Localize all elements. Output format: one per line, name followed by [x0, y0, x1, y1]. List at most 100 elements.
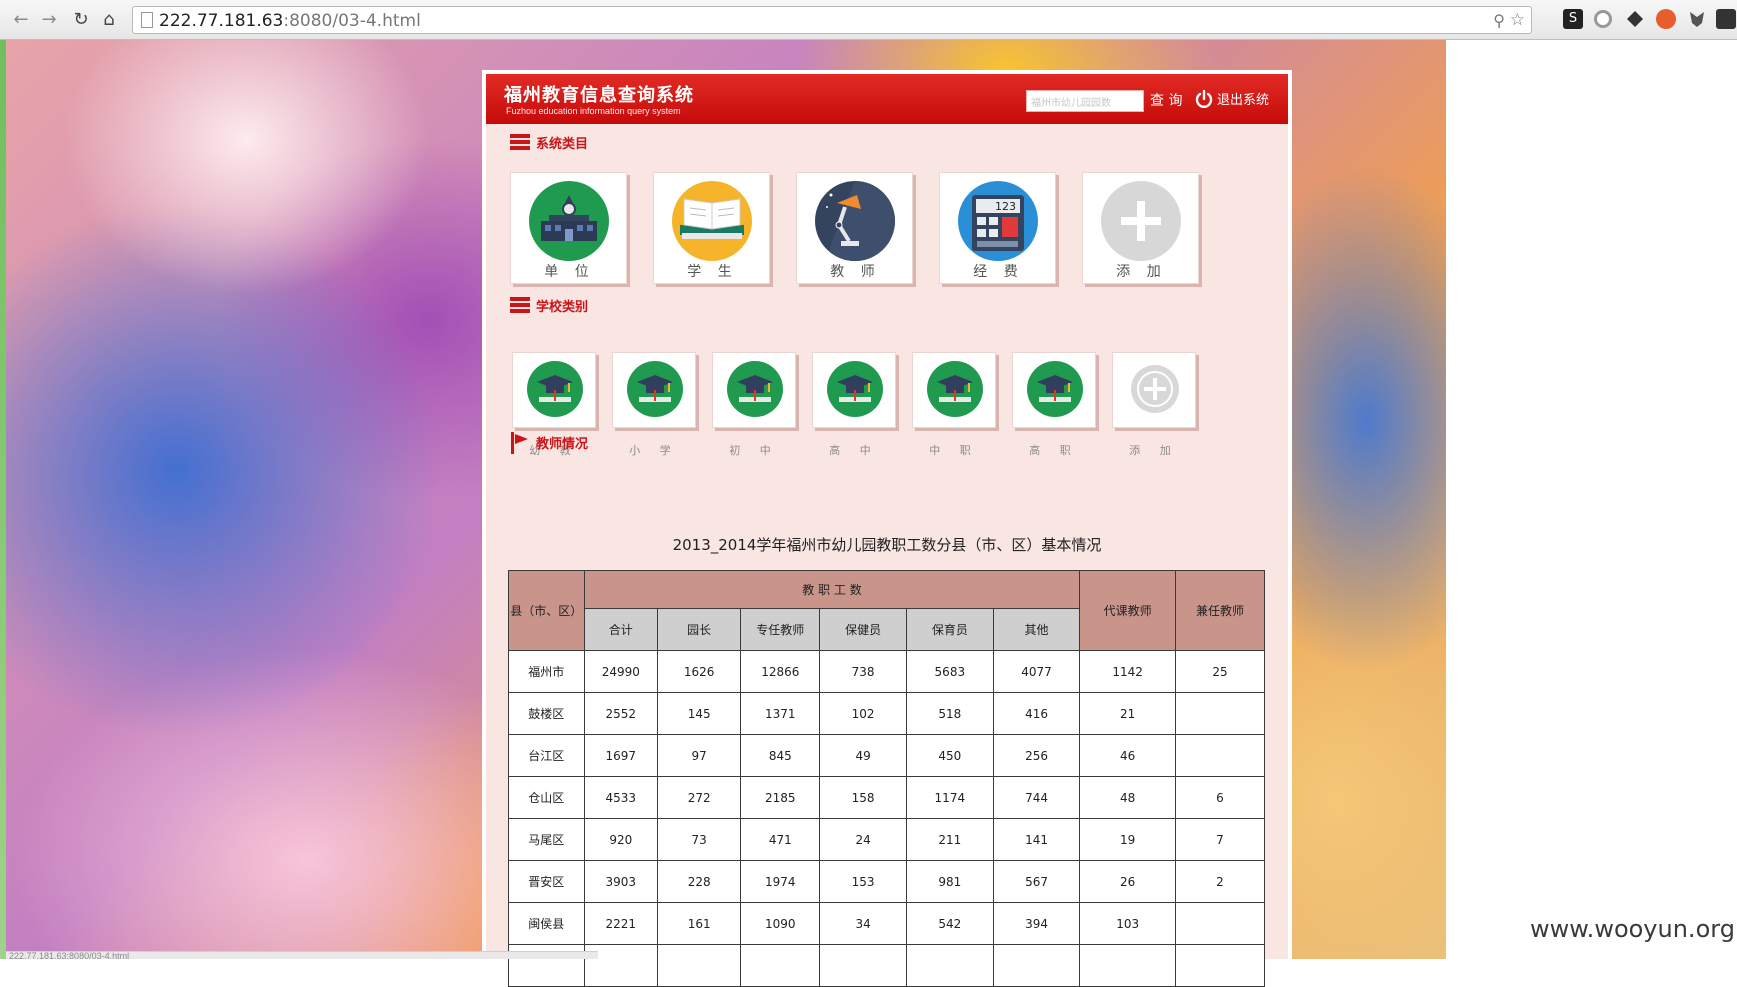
graduation-cap-icon [927, 361, 983, 417]
header-parttime-teachers: 兼任教师 [1174, 570, 1266, 651]
home-icon[interactable]: ⌂ [98, 9, 120, 31]
school-tile[interactable] [912, 352, 996, 428]
value-cell: 48 [1079, 776, 1176, 819]
county-cell: 仓山区 [508, 776, 585, 819]
value-cell: 416 [992, 692, 1081, 735]
app-title: 福州教育信息查询系统 [504, 85, 694, 106]
reload-icon[interactable]: ↻ [70, 9, 92, 31]
tile-funds[interactable]: 123 经 费 [939, 172, 1056, 284]
staff-statistics-table: 县（市、区） 教 职 工 数 代课教师 兼任教师 合计 园长 专任教师 保健员 保育员其… [508, 570, 1266, 987]
value-cell: 21 [1079, 692, 1176, 735]
tile-label: 教 师 [830, 264, 881, 280]
value-cell [740, 944, 821, 987]
extension-circle-icon[interactable] [1594, 10, 1612, 28]
query-button[interactable]: 查 询 [1150, 90, 1182, 112]
value-cell: 1142 [1079, 650, 1176, 693]
value-cell: 6 [1174, 776, 1266, 819]
power-icon[interactable] [1194, 89, 1214, 109]
bookmark-star-icon[interactable]: ☆ [1510, 10, 1525, 30]
value-cell [905, 944, 994, 987]
school-tile-label: 高 中 [829, 444, 879, 457]
value-cell: 1697 [583, 734, 658, 777]
table-row: 闽侯县 2221 161 1090 34 542 394 103 [508, 902, 1266, 945]
extension-s-icon[interactable]: S [1563, 9, 1583, 29]
county-cell: 台江区 [508, 734, 585, 777]
table-body: 福州市 24990 1626 12866 738 5683 4077 1142 25 鼓楼区 255… [508, 650, 1266, 987]
county-cell: 晋安区 [508, 860, 585, 903]
tile-add[interactable]: 添 加 [1082, 172, 1199, 284]
forward-icon[interactable]: → [38, 9, 60, 31]
county-cell: 马尾区 [508, 818, 585, 861]
extension-fox-icon[interactable] [1687, 9, 1707, 29]
school-tile[interactable] [1112, 352, 1196, 428]
value-cell [1174, 734, 1266, 777]
value-cell [656, 944, 742, 987]
school-tile-label: 高 职 [1029, 444, 1079, 457]
value-cell: 158 [819, 776, 907, 819]
tile-unit[interactable]: 单 位 [510, 172, 627, 284]
graduation-cap-icon [627, 361, 683, 417]
add-icon [1127, 361, 1183, 417]
school-tile[interactable] [1012, 352, 1096, 428]
graduation-cap-icon [1027, 361, 1083, 417]
search-input[interactable]: 福州市幼儿园园数 [1026, 90, 1144, 112]
school-tile[interactable] [512, 352, 596, 428]
back-icon[interactable]: ← [10, 9, 32, 31]
value-cell: 34 [819, 902, 907, 945]
school-tile-label: 初 中 [729, 444, 779, 457]
panel-content: 福州教育信息查询系统 Fuzhou education information … [486, 74, 1288, 987]
extension-diamond-icon[interactable] [1625, 9, 1645, 29]
value-cell: 4533 [583, 776, 658, 819]
value-cell: 19 [1079, 818, 1176, 861]
value-cell: 5683 [905, 650, 994, 693]
value-cell: 567 [992, 860, 1081, 903]
table-row: 马尾区 920 73 471 24 211 141 19 7 [508, 818, 1266, 861]
value-cell: 49 [819, 734, 907, 777]
table-row: 台江区 1697 97 845 49 450 256 46 [508, 734, 1266, 777]
address-bar[interactable]: 222.77.181.63:8080/03-4.html ⚲ ☆ [132, 6, 1532, 34]
value-cell: 141 [992, 818, 1081, 861]
extension-box-icon[interactable] [1716, 9, 1736, 29]
tile-label: 添 加 [1116, 264, 1167, 280]
school-tile[interactable] [712, 352, 796, 428]
app-header: 福州教育信息查询系统 Fuzhou education information … [486, 74, 1288, 124]
address-url[interactable]: 222.77.181.63:8080/03-4.html [159, 11, 421, 31]
sub-header-cell: 保健员 [819, 608, 907, 651]
value-cell: 1090 [740, 902, 821, 945]
sub-header-cell: 其他 [992, 608, 1081, 651]
add-icon [1101, 181, 1181, 261]
value-cell: 12866 [740, 650, 821, 693]
zoom-icon[interactable]: ⚲ [1493, 11, 1505, 30]
school-tile-label: 小 学 [629, 444, 679, 457]
school-tile-label: 添 加 [1129, 444, 1179, 457]
value-cell: 161 [656, 902, 742, 945]
watermark: www.wooyun.org [1530, 915, 1735, 943]
school-tile[interactable] [612, 352, 696, 428]
school-tile[interactable] [812, 352, 896, 428]
section-label: 学校类别 [536, 300, 589, 315]
logout-button[interactable]: 退出系统 [1217, 90, 1269, 112]
value-cell: 744 [992, 776, 1081, 819]
value-cell: 981 [905, 860, 994, 903]
table-row: 晋安区 3903 228 1974 153 981 567 26 2 [508, 860, 1266, 903]
value-cell: 3903 [583, 860, 658, 903]
value-cell: 2 [1174, 860, 1266, 903]
value-cell: 542 [905, 902, 994, 945]
tile-teacher[interactable]: 教 师 [796, 172, 913, 284]
value-cell: 1626 [656, 650, 742, 693]
app-subtitle: Fuzhou education information query syste… [506, 106, 681, 116]
extension-ball-icon[interactable] [1656, 9, 1676, 29]
value-cell: 97 [656, 734, 742, 777]
calculator-icon: 123 [958, 181, 1038, 261]
sub-header-cell: 合计 [583, 608, 658, 651]
book-icon [672, 181, 752, 261]
url-path: :8080/03-4.html [283, 11, 421, 31]
table-row: 鼓楼区 2552 145 1371 102 518 416 21 [508, 692, 1266, 735]
value-cell [1174, 944, 1266, 987]
status-bar-url: 222.77.181.63:8080/03-4.html [6, 951, 598, 959]
page-icon [141, 12, 153, 28]
value-cell: 26 [1079, 860, 1176, 903]
list-icon [510, 297, 530, 315]
tile-student[interactable]: 学 生 [653, 172, 770, 284]
header-staff-count: 教 职 工 数 [583, 570, 1081, 609]
